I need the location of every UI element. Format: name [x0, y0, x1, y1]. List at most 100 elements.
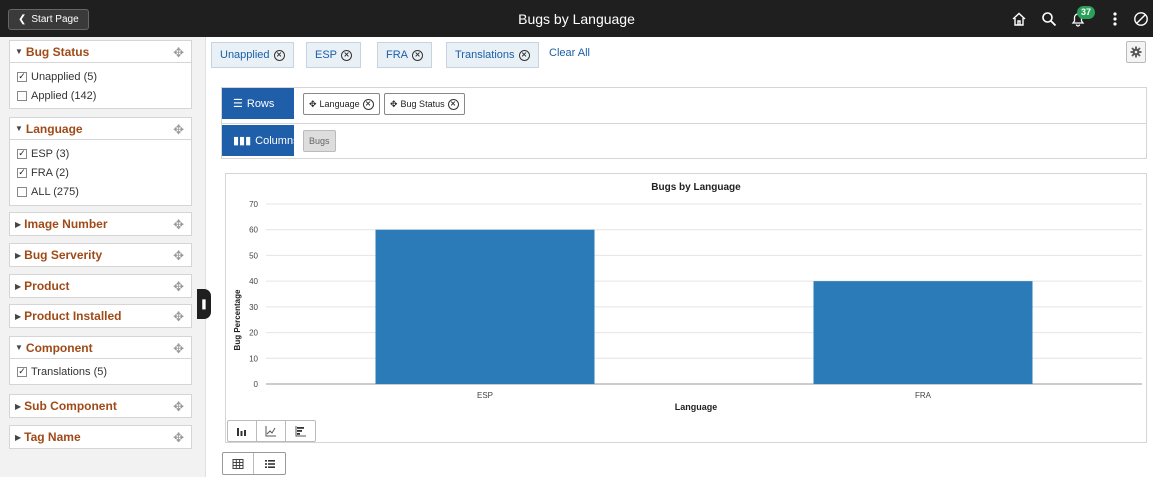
caret-down-icon: ▼ — [15, 47, 23, 56]
y-tick-label: 40 — [249, 277, 258, 286]
checkbox-unchecked[interactable] — [17, 90, 27, 101]
remove-icon[interactable]: ✕ — [412, 49, 423, 61]
filter-chip-label: Unapplied — [220, 49, 270, 61]
move-icon[interactable]: ✥ — [173, 279, 184, 295]
bar-chart-icon — [237, 428, 246, 436]
bar-fra[interactable] — [813, 281, 1033, 384]
move-icon[interactable]: ✥ — [173, 45, 184, 61]
facet-sidebar: ▼ Bug Status ✥ ✓ Unapplied (5) Applied (… — [0, 37, 206, 477]
row-field-bug-status[interactable]: ✥ Bug Status ✕ — [384, 93, 465, 115]
line-chart-button[interactable] — [257, 421, 286, 441]
remove-icon[interactable]: ✕ — [341, 49, 353, 61]
move-icon[interactable]: ✥ — [173, 430, 184, 446]
caret-right-icon: ▶ — [15, 281, 22, 291]
facet-bug-serverity: ▶ Bug Serverity ✥ — [9, 243, 192, 267]
move-icon[interactable]: ✥ — [173, 309, 184, 325]
facet-option-esp[interactable]: ✓ ESP (3) — [10, 144, 191, 163]
facet-option-applied[interactable]: Applied (142) — [10, 86, 191, 105]
horizontal-bar-chart-button[interactable] — [286, 421, 315, 441]
columns-button[interactable]: ▮▮▮ Columns — [222, 125, 299, 156]
filter-chip-label: Translations — [455, 49, 515, 61]
facet-option-translations[interactable]: ✓ Translations (5) — [10, 362, 191, 381]
checkbox-checked[interactable]: ✓ — [17, 148, 27, 159]
facet-option-label: Applied (142) — [31, 89, 97, 102]
list-icon: ☰ — [233, 98, 243, 110]
remove-icon[interactable]: ✕ — [362, 98, 374, 110]
rows-label: Rows — [246, 97, 275, 110]
x-tick-label: FRA — [915, 391, 932, 400]
facet-tag-name: ▶ Tag Name ✥ — [9, 425, 192, 449]
row-field-language[interactable]: ✥ Language ✕ — [303, 93, 380, 115]
facet-header-language[interactable]: ▼ Language ✥ — [10, 118, 191, 140]
column-field-bugs[interactable]: Bugs — [303, 130, 336, 152]
rows-button[interactable]: ☰ Rows — [222, 88, 294, 119]
facet-header-image-number[interactable]: ▶ Image Number ✥ — [10, 213, 191, 235]
facet-title: Bug Status — [25, 44, 90, 59]
facet-header-bug-status[interactable]: ▼ Bug Status ✥ — [10, 41, 191, 63]
collapse-sidebar-handle[interactable]: ❚ — [197, 289, 211, 319]
grid-view-button[interactable] — [223, 453, 254, 474]
search-icon[interactable] — [1039, 9, 1059, 29]
clear-all-link[interactable]: Clear All — [549, 47, 590, 59]
more-icon[interactable] — [1105, 9, 1125, 29]
y-tick-label: 70 — [249, 200, 258, 209]
filter-chip-fra[interactable]: FRA ✕ — [377, 42, 432, 68]
facet-header-product[interactable]: ▶ Product ✥ — [10, 275, 191, 297]
facet-option-all[interactable]: ALL (275) — [10, 182, 191, 201]
line-chart-icon — [265, 426, 276, 437]
move-icon[interactable]: ✥ — [173, 248, 184, 264]
filter-chip-translations[interactable]: Translations ✕ — [446, 42, 539, 68]
chart-type-toolbar — [227, 420, 316, 442]
facet-header-component[interactable]: ▼ Component ✥ — [10, 337, 191, 359]
view-toggle-toolbar — [222, 452, 286, 475]
horizontal-bar-chart-icon — [295, 426, 306, 437]
bell-icon[interactable]: 37 — [1068, 6, 1096, 29]
facet-image-number: ▶ Image Number ✥ — [9, 212, 192, 236]
facet-option-unapplied[interactable]: ✓ Unapplied (5) — [10, 67, 191, 86]
facet-title: Image Number — [24, 217, 108, 231]
caret-right-icon: ▶ — [15, 250, 22, 260]
x-axis-title: Language — [675, 402, 718, 412]
pivot-layout-panel: ☰ Rows ✥ Language ✕ ✥ Bug Status ✕ ▮▮▮ C… — [221, 87, 1147, 159]
move-icon[interactable]: ✥ — [173, 217, 184, 233]
facet-option-label: ESP (3) — [31, 147, 70, 160]
checkbox-checked[interactable]: ✓ — [17, 167, 27, 178]
facet-option-label: Unapplied (5) — [31, 70, 98, 83]
facet-title: Sub Component — [24, 399, 117, 413]
remove-icon[interactable]: ✕ — [518, 49, 530, 61]
notification-badge: 37 — [1077, 6, 1096, 19]
home-icon[interactable] — [1009, 9, 1029, 29]
checkbox-unchecked[interactable] — [17, 186, 27, 197]
y-tick-label: 10 — [249, 354, 258, 363]
facet-header-product-installed[interactable]: ▶ Product Installed ✥ — [10, 305, 191, 327]
move-icon[interactable]: ✥ — [173, 399, 184, 415]
facet-title: Product — [24, 279, 70, 293]
nav-bar-icon[interactable] — [1131, 9, 1151, 29]
facet-option-label: Translations (5) — [31, 365, 108, 378]
checkbox-checked[interactable]: ✓ — [17, 71, 27, 82]
chart-panel: Bugs by Language 0 10 20 30 40 50 60 70 ESP FRA L… — [225, 173, 1147, 443]
move-icon[interactable]: ✥ — [173, 122, 184, 138]
facet-title: Product Installed — [24, 309, 122, 323]
facet-header-bug-serverity[interactable]: ▶ Bug Serverity ✥ — [10, 244, 191, 266]
filter-chip-unapplied[interactable]: Unapplied ✕ — [211, 42, 294, 68]
grid-icon — [232, 458, 244, 469]
facet-language: ▼ Language ✥ ✓ ESP (3) ✓ FRA (2) ALL (27… — [9, 117, 192, 206]
settings-button[interactable] — [1126, 41, 1146, 63]
bar-esp[interactable] — [375, 229, 595, 384]
filter-chip-esp[interactable]: ESP ✕ — [306, 42, 362, 68]
move-icon[interactable]: ✥ — [173, 341, 184, 357]
remove-icon[interactable]: ✕ — [273, 49, 285, 61]
facet-product-installed: ▶ Product Installed ✥ — [9, 304, 192, 328]
facet-title: Component — [25, 340, 93, 355]
bar-chart: Bugs by Language 0 10 20 30 40 50 60 70 ESP FRA L… — [233, 182, 1142, 412]
list-view-button[interactable] — [254, 453, 285, 474]
facet-bug-status: ▼ Bug Status ✥ ✓ Unapplied (5) Applied (… — [9, 40, 192, 109]
facet-header-tag-name[interactable]: ▶ Tag Name ✥ — [10, 426, 191, 448]
facet-header-sub-component[interactable]: ▶ Sub Component ✥ — [10, 395, 191, 417]
checkbox-checked[interactable]: ✓ — [17, 366, 27, 377]
facet-option-fra[interactable]: ✓ FRA (2) — [10, 163, 191, 182]
remove-icon[interactable]: ✕ — [447, 98, 459, 110]
caret-down-icon: ▼ — [15, 343, 23, 352]
bar-chart-button[interactable] — [228, 421, 257, 441]
